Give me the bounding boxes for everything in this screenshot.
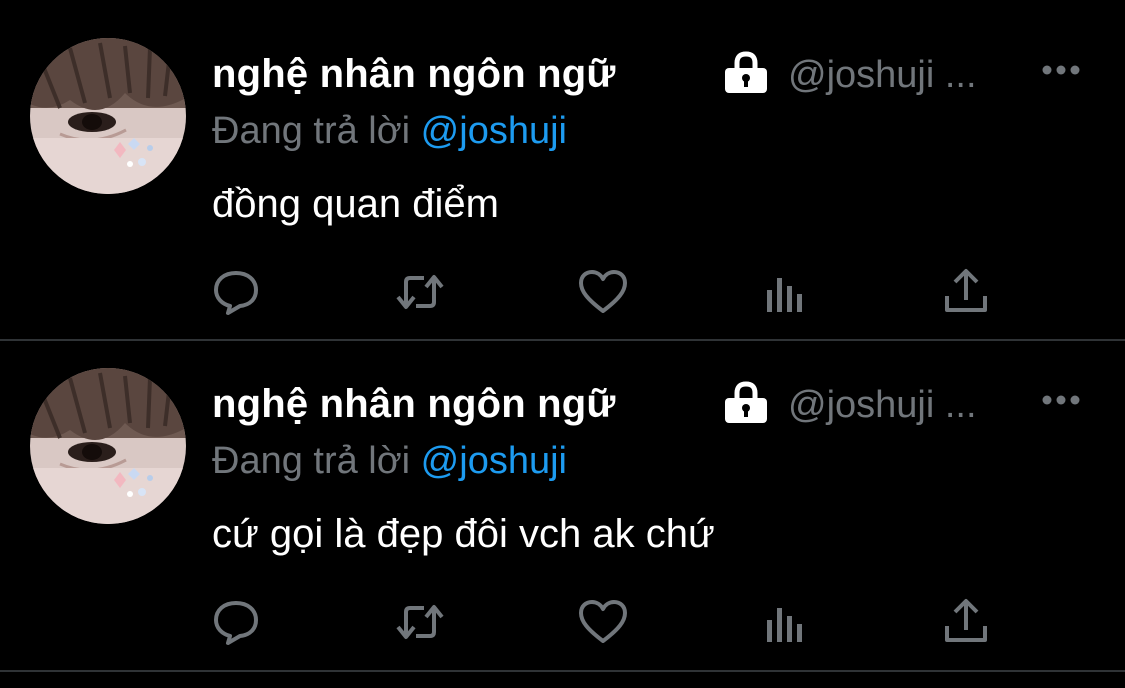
lock-icon xyxy=(722,50,770,94)
reply-icon xyxy=(214,271,258,315)
replying-to-line: Đang trả lời @joshuji xyxy=(212,440,567,483)
replying-prefix: Đang trả lời xyxy=(212,440,411,482)
reply-button[interactable] xyxy=(210,596,262,648)
views-icon xyxy=(767,608,802,642)
tweet-text: đồng quan điểm xyxy=(212,182,499,226)
display-name[interactable]: nghệ nhân ngôn ngữ xyxy=(212,382,616,427)
like-button[interactable] xyxy=(577,596,629,648)
replying-to-mention[interactable]: @joshuji xyxy=(421,110,567,152)
more-icon[interactable] xyxy=(1040,388,1082,412)
tweet[interactable]: nghệ nhân ngôn ngữ @joshuji ... Đang trả… xyxy=(0,340,1125,670)
share-button[interactable] xyxy=(940,596,992,648)
like-button[interactable] xyxy=(577,266,629,318)
reply-icon xyxy=(214,601,258,645)
replying-prefix: Đang trả lời xyxy=(212,110,411,152)
share-icon xyxy=(945,599,987,642)
views-button[interactable] xyxy=(759,266,811,318)
views-button[interactable] xyxy=(759,596,811,648)
retweet-button[interactable] xyxy=(394,596,446,648)
display-name[interactable]: nghệ nhân ngôn ngữ xyxy=(212,52,616,97)
retweet-button[interactable] xyxy=(394,266,446,318)
reply-button[interactable] xyxy=(210,266,262,318)
like-icon xyxy=(579,600,627,643)
tweet-text: cứ gọi là đẹp đôi vch ak chứ xyxy=(212,512,715,556)
replying-to-mention[interactable]: @joshuji xyxy=(421,440,567,482)
replying-to-line: Đang trả lời @joshuji xyxy=(212,110,567,153)
more-icon[interactable] xyxy=(1040,58,1082,82)
retweet-icon xyxy=(396,605,444,639)
handle[interactable]: @joshuji ... xyxy=(788,54,977,97)
lock-icon xyxy=(722,380,770,424)
views-icon xyxy=(767,278,802,312)
handle[interactable]: @joshuji ... xyxy=(788,384,977,427)
share-icon xyxy=(945,269,987,312)
avatar[interactable] xyxy=(30,38,186,194)
share-button[interactable] xyxy=(940,266,992,318)
retweet-icon xyxy=(396,275,444,309)
reply-thread: nghệ nhân ngôn ngữ @joshuji ... Đang trả… xyxy=(0,0,1125,688)
like-icon xyxy=(579,270,627,313)
avatar[interactable] xyxy=(30,368,186,524)
tweet[interactable]: nghệ nhân ngôn ngữ @joshuji ... Đang trả… xyxy=(0,10,1125,340)
divider xyxy=(0,670,1125,672)
